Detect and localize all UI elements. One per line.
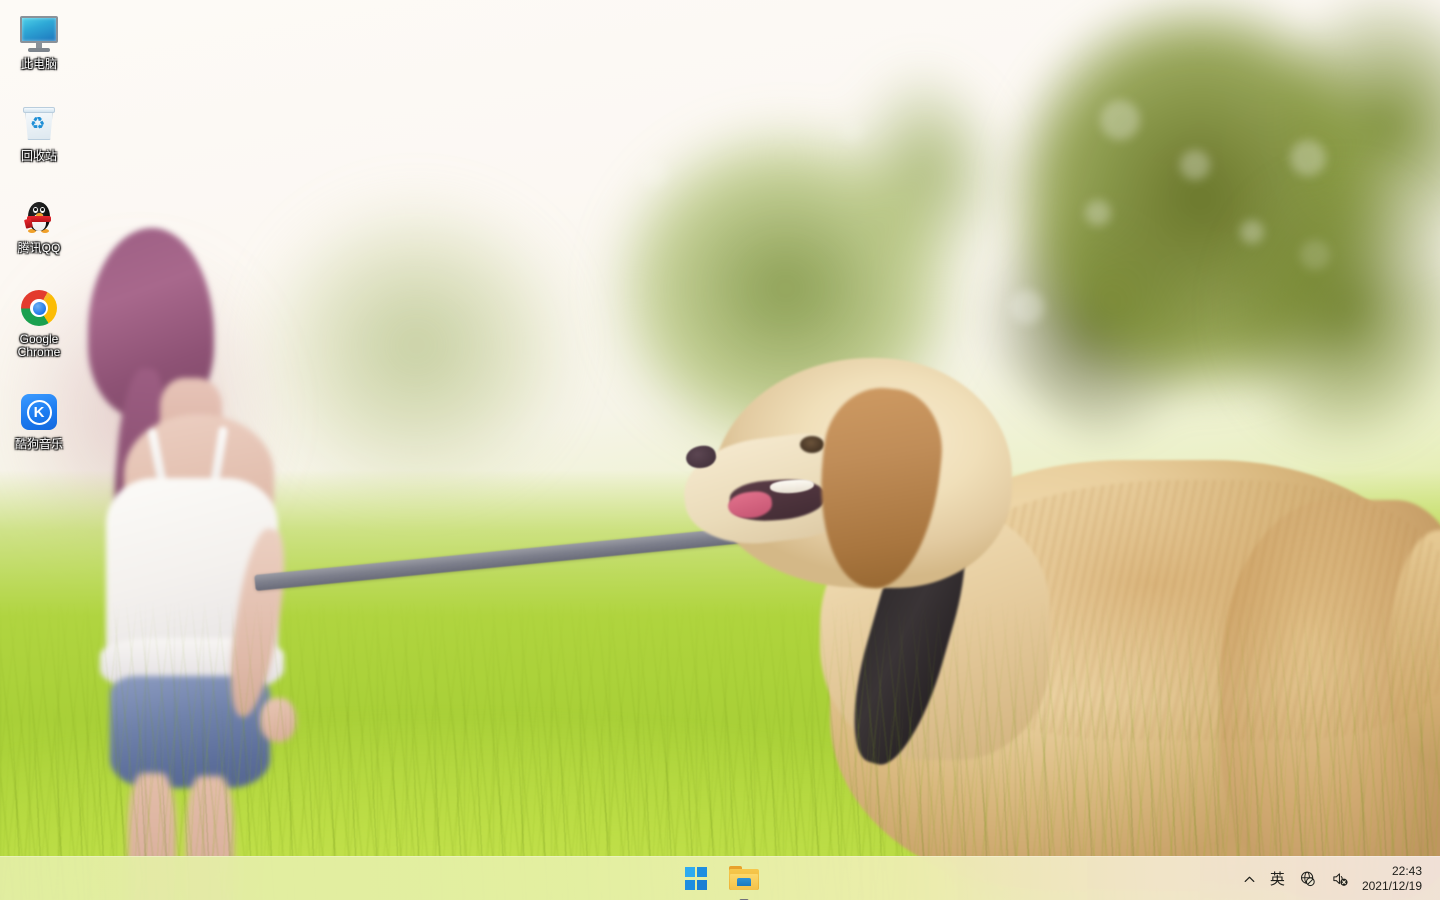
chevron-up-icon — [1244, 876, 1255, 882]
folder-icon — [729, 866, 759, 891]
kugou-icon: K — [17, 390, 61, 434]
monitor-icon — [17, 10, 61, 54]
kugou-letter: K — [26, 399, 52, 425]
desktop-icon-tencent-qq[interactable]: 腾讯QQ — [2, 190, 76, 258]
taskbar-clock[interactable]: 22:43 2021/12/19 — [1356, 859, 1432, 899]
tray-network-button[interactable] — [1292, 859, 1324, 899]
taskbar[interactable]: 英 22:43 2021/12/19 — [0, 856, 1440, 900]
start-button[interactable] — [676, 859, 716, 899]
speaker-muted-icon — [1333, 873, 1348, 886]
wallpaper-bokeh — [1100, 100, 1140, 140]
tray-overflow-button[interactable] — [1236, 859, 1263, 899]
wallpaper-bokeh — [640, 160, 668, 188]
wallpaper-bokeh — [1010, 290, 1044, 324]
wallpaper-bokeh — [1300, 240, 1330, 270]
chrome-icon — [17, 286, 61, 330]
desktop-icon-label: Google Chrome — [17, 332, 61, 359]
windows-logo-icon — [684, 867, 708, 890]
desktop-icon-google-chrome[interactable]: Google Chrome — [2, 282, 76, 362]
desktop[interactable]: 此电脑 ♻ 回收站 腾讯QQ Google Chrome K 酷狗音乐 英 22… — [0, 0, 1440, 900]
taskbar-item-file-explorer[interactable] — [724, 859, 764, 900]
wallpaper-bokeh — [1180, 150, 1210, 180]
wallpaper-bokeh — [1240, 220, 1264, 244]
desktop-icon-grid: 此电脑 ♻ 回收站 腾讯QQ Google Chrome K 酷狗音乐 — [0, 6, 86, 478]
desktop-icon-kugou-music[interactable]: K 酷狗音乐 — [2, 386, 76, 454]
desktop-wallpaper — [0, 0, 1440, 900]
tray-volume-button[interactable] — [1324, 859, 1356, 899]
desktop-icon-label: 此电脑 — [20, 57, 57, 71]
wallpaper-bokeh — [1085, 200, 1111, 226]
wallpaper-bokeh — [840, 120, 864, 144]
clock-time: 22:43 — [1391, 864, 1422, 878]
globe-disconnected-icon — [1300, 871, 1315, 887]
recycle-bin-icon: ♻ — [17, 102, 61, 146]
desktop-icon-recycle-bin[interactable]: ♻ 回收站 — [2, 98, 76, 166]
desktop-icon-label: 腾讯QQ — [17, 241, 61, 255]
qq-penguin-icon — [17, 194, 61, 238]
wallpaper-bokeh — [1290, 140, 1326, 176]
desktop-icon-this-pc[interactable]: 此电脑 — [2, 6, 76, 74]
taskbar-center-group — [676, 857, 764, 900]
desktop-icon-label: 酷狗音乐 — [14, 437, 63, 451]
system-tray: 英 22:43 2021/12/19 — [1236, 857, 1440, 900]
desktop-icon-label: 回收站 — [20, 149, 57, 163]
ime-language-indicator[interactable]: 英 — [1263, 859, 1292, 899]
clock-date: 2021/12/19 — [1361, 879, 1422, 893]
